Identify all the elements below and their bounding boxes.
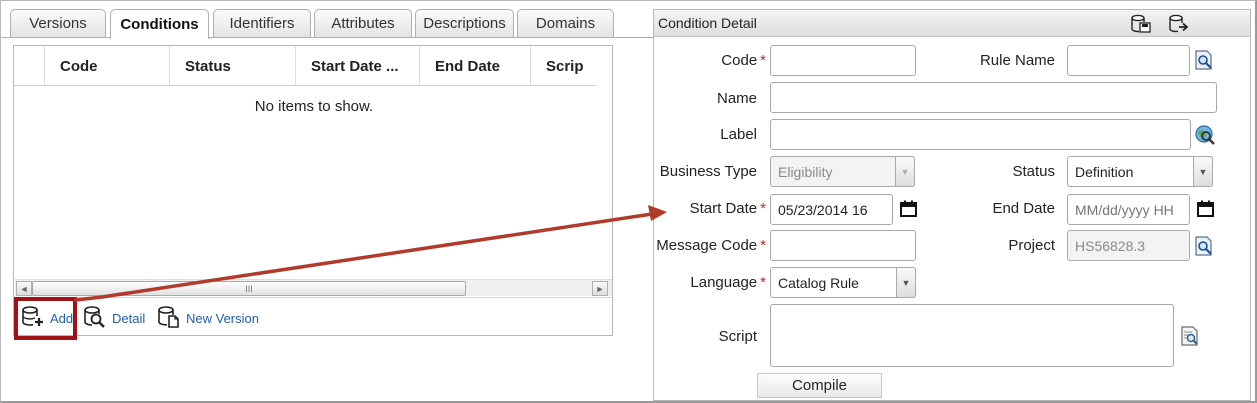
script-textarea[interactable] bbox=[770, 304, 1174, 367]
database-search-icon bbox=[82, 305, 112, 332]
tab-identifiers[interactable]: Identifiers bbox=[213, 9, 311, 37]
grid-toolbar: Add Detail New Version bbox=[14, 297, 612, 335]
start-date-label: Start Date * bbox=[689, 200, 766, 217]
chevron-down-icon[interactable]: ▼ bbox=[1193, 156, 1213, 187]
label-input[interactable] bbox=[770, 119, 1191, 150]
tab-conditions[interactable]: Conditions bbox=[110, 9, 209, 39]
language-select[interactable]: Catalog Rule ▼ bbox=[770, 267, 916, 298]
tab-divider bbox=[0, 37, 655, 38]
name-input[interactable] bbox=[770, 82, 1217, 113]
rule-name-input[interactable] bbox=[1067, 45, 1190, 76]
name-label: Name bbox=[716, 90, 757, 107]
tab-attributes[interactable]: Attributes bbox=[314, 9, 412, 37]
scroll-thumb[interactable]: III bbox=[32, 281, 466, 296]
grid-column-select[interactable] bbox=[14, 46, 45, 85]
condition-detail-panel: Condition Detail Code * Rule Name Name L… bbox=[653, 9, 1251, 401]
grid-header: Code Status Start Date ... End Date Scri… bbox=[14, 46, 597, 86]
database-export-icon[interactable] bbox=[1168, 14, 1190, 37]
grid-column-code[interactable]: Code bbox=[44, 46, 169, 85]
horizontal-scrollbar[interactable]: ◄ III ► bbox=[15, 279, 612, 296]
grid-column-status[interactable]: Status bbox=[169, 46, 295, 85]
script-label: Script bbox=[718, 328, 757, 345]
code-label: Code * bbox=[721, 52, 766, 69]
end-date-input[interactable] bbox=[1067, 194, 1190, 225]
status-select[interactable]: Definition ▼ bbox=[1067, 156, 1213, 187]
detail-title: Condition Detail bbox=[658, 15, 757, 31]
language-label: Language * bbox=[690, 274, 766, 291]
chevron-down-icon[interactable]: ▼ bbox=[896, 267, 916, 298]
compile-button[interactable]: Compile bbox=[757, 373, 882, 398]
detail-header: Condition Detail bbox=[654, 10, 1250, 37]
chevron-down-icon[interactable]: ▼ bbox=[895, 156, 915, 187]
project-lookup-icon[interactable] bbox=[1194, 236, 1214, 259]
rule-name-label: Rule Name bbox=[979, 52, 1055, 69]
tab-versions[interactable]: Versions bbox=[10, 9, 106, 37]
business-type-select[interactable]: Eligibility ▼ bbox=[770, 156, 915, 187]
business-type-value: Eligibility bbox=[778, 163, 833, 180]
new-version-button[interactable]: New Version bbox=[156, 304, 259, 332]
script-editor-icon[interactable] bbox=[1180, 326, 1200, 349]
code-input[interactable] bbox=[770, 45, 916, 76]
empty-grid-message: No items to show. bbox=[254, 98, 374, 115]
conditions-grid: Code Status Start Date ... End Date Scri… bbox=[13, 45, 613, 336]
add-button-highlight bbox=[14, 297, 77, 340]
grid-column-end-date[interactable]: End Date bbox=[419, 46, 530, 85]
project-label: Project bbox=[1008, 237, 1055, 254]
project-value: HS56828.3 bbox=[1075, 237, 1146, 254]
business-type-label: Business Type bbox=[659, 163, 757, 180]
language-value: Catalog Rule bbox=[778, 274, 859, 291]
rule-lookup-icon[interactable] bbox=[1194, 50, 1214, 73]
message-code-label: Message Code * bbox=[656, 237, 766, 254]
status-value: Definition bbox=[1075, 163, 1134, 180]
grid-column-script[interactable]: Scrip bbox=[530, 46, 597, 85]
database-document-icon bbox=[156, 305, 186, 332]
detail-label: Detail bbox=[112, 310, 146, 326]
status-label: Status bbox=[1012, 163, 1055, 180]
translate-globe-icon[interactable] bbox=[1194, 124, 1216, 149]
calendar-icon[interactable] bbox=[900, 200, 918, 221]
project-input[interactable]: HS56828.3 bbox=[1067, 230, 1190, 261]
new-version-label: New Version bbox=[186, 310, 259, 326]
message-code-input[interactable] bbox=[770, 230, 916, 261]
start-date-input[interactable] bbox=[770, 194, 893, 225]
tab-domains[interactable]: Domains bbox=[517, 9, 614, 37]
grid-column-start-date[interactable]: Start Date ... bbox=[295, 46, 419, 85]
detail-button[interactable]: Detail bbox=[82, 304, 145, 332]
scroll-right-button[interactable]: ► bbox=[592, 281, 608, 296]
tab-descriptions[interactable]: Descriptions bbox=[415, 9, 514, 37]
calendar-icon[interactable] bbox=[1197, 200, 1215, 221]
database-save-icon[interactable] bbox=[1130, 14, 1152, 37]
end-date-label: End Date bbox=[992, 200, 1055, 217]
scroll-left-button[interactable]: ◄ bbox=[16, 281, 32, 296]
label-label: Label bbox=[720, 126, 757, 143]
